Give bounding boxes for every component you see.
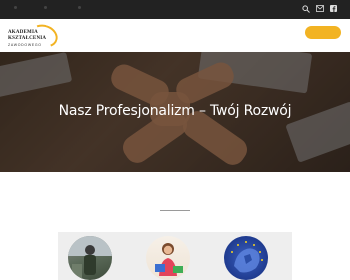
feature-cards [58, 232, 292, 280]
section-divider [160, 210, 190, 211]
logo-line-2: KSZTAŁCENIA [8, 36, 47, 41]
social-dot-icon[interactable] [78, 6, 81, 9]
hero-banner: Nasz Profesjonalizm – Twój Rozwój [0, 52, 350, 172]
social-dot-icon[interactable] [44, 6, 47, 9]
social-dot-icon[interactable] [14, 6, 17, 9]
search-icon[interactable] [301, 4, 310, 13]
mail-icon[interactable] [315, 4, 324, 13]
hero-title: Nasz Profesjonalizm – Twój Rozwój [58, 103, 292, 119]
facebook-icon[interactable] [329, 4, 338, 13]
top-bar [0, 0, 350, 19]
site-header: AKADEMIA KSZTAŁCENIA ZAWODOWEGO [0, 19, 350, 52]
card-image-teacher[interactable] [146, 236, 190, 280]
logo[interactable]: AKADEMIA KSZTAŁCENIA ZAWODOWEGO [6, 20, 61, 52]
card-image-person[interactable] [68, 236, 112, 280]
card-image-eu-map[interactable] [224, 236, 268, 280]
cta-button[interactable] [305, 26, 341, 39]
logo-line-3: ZAWODOWEGO [8, 43, 42, 47]
